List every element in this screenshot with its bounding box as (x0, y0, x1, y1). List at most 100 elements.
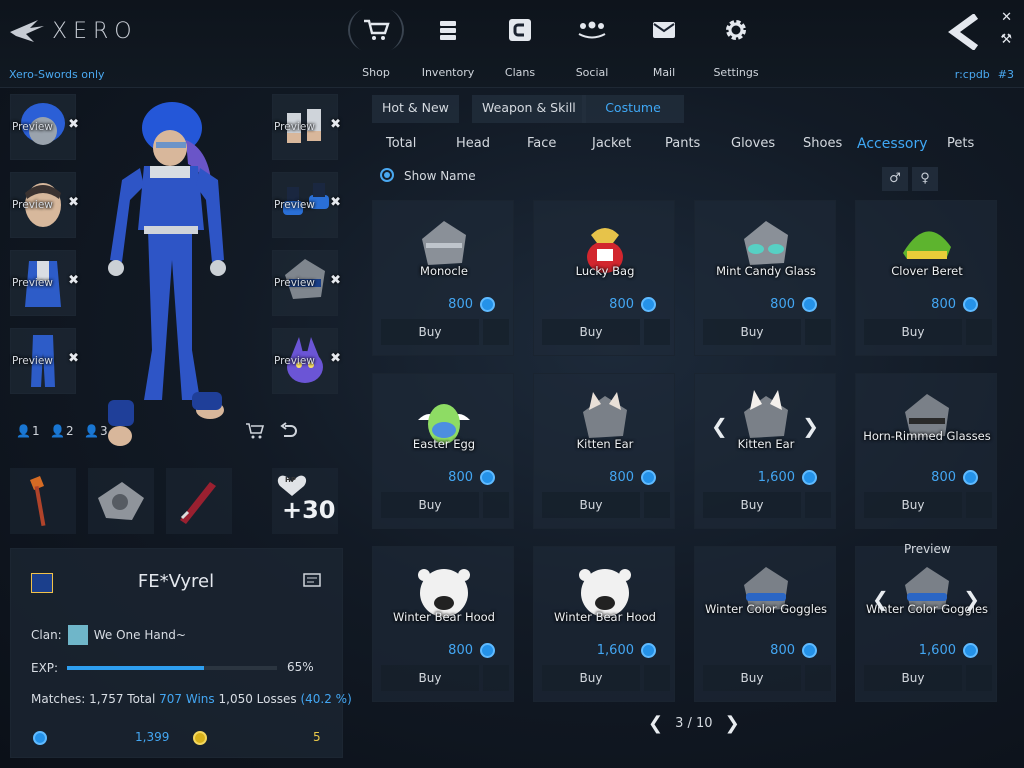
item-card[interactable]: Winter Color Goggles 1,600 Buy ❮ ❯ (855, 546, 997, 702)
category-gloves[interactable]: Gloves (731, 136, 775, 151)
remove-icon[interactable]: ✖ (330, 273, 341, 288)
preview-slot-shoes[interactable]: Preview ✖ (272, 172, 341, 238)
item-card[interactable]: Monocle 800 Buy (372, 200, 514, 356)
remove-icon[interactable]: ✖ (68, 195, 79, 210)
male-filter-button[interactable]: ♂ (882, 167, 908, 191)
category-face[interactable]: Face (527, 136, 556, 151)
buy-button[interactable]: Buy (703, 492, 801, 518)
category-pants[interactable]: Pants (665, 136, 700, 151)
tab-weapon-skill[interactable]: Weapon & Skill (472, 95, 586, 123)
buy-option-button[interactable] (483, 319, 509, 345)
preview-slot-pet[interactable]: Preview ✖ (272, 328, 341, 394)
buy-button[interactable]: Buy (381, 665, 479, 691)
preset-3-button[interactable]: 👤 3 (84, 424, 108, 438)
wrench-icon[interactable]: ⚒ (1000, 32, 1012, 47)
nav-settings[interactable]: Settings (700, 8, 772, 88)
buy-option-button[interactable] (805, 665, 831, 691)
weapon-slot-3[interactable] (166, 468, 232, 534)
profile-card-icon[interactable] (303, 573, 323, 589)
blue-coin-icon (802, 643, 817, 658)
buy-button[interactable]: Buy (864, 319, 962, 345)
prev-page-icon[interactable]: ❮ (648, 713, 663, 734)
clan-row: Clan: We One Hand~ (31, 625, 186, 645)
item-card[interactable]: Clover Beret 800 Buy (855, 200, 997, 356)
category-jacket[interactable]: Jacket (592, 136, 631, 151)
category-pets[interactable]: Pets (947, 136, 974, 151)
back-icon[interactable] (948, 14, 984, 50)
buy-button[interactable]: Buy (381, 492, 479, 518)
buy-option-button[interactable] (966, 665, 992, 691)
nav-clans[interactable]: Clans (484, 8, 556, 88)
nav-label: Social (575, 66, 609, 79)
item-card[interactable]: Lucky Bag 800 Buy (533, 200, 675, 356)
page-indicator: 3 / 10 (675, 716, 713, 731)
item-card[interactable]: Horn-Rimmed Glasses 800 Buy (855, 373, 997, 529)
cart-preview-button[interactable] (242, 418, 268, 444)
hp-bonus-value: +30 (282, 496, 336, 524)
nav-mail[interactable]: Mail (628, 8, 700, 88)
buy-option-button[interactable] (644, 665, 670, 691)
close-icon[interactable]: ✕ (1001, 10, 1012, 25)
remove-icon[interactable]: ✖ (330, 117, 341, 132)
item-card[interactable]: Winter Bear Hood 1,600 Buy (533, 546, 675, 702)
next-variant-icon[interactable]: ❯ (802, 414, 819, 438)
category-accessory[interactable]: Accessory (857, 136, 928, 152)
prev-variant-icon[interactable]: ❮ (872, 587, 889, 611)
item-card[interactable]: Kitten Ear 800 Buy (533, 373, 675, 529)
remove-icon[interactable]: ✖ (68, 117, 79, 132)
blue-coin-icon (802, 297, 817, 312)
remove-icon[interactable]: ✖ (68, 273, 79, 288)
buy-option-button[interactable] (966, 492, 992, 518)
clan-name[interactable]: We One Hand~ (94, 628, 186, 642)
remove-icon[interactable]: ✖ (330, 351, 341, 366)
nav-social[interactable]: Social (556, 8, 628, 88)
tab-hot-new[interactable]: Hot & New (372, 95, 459, 123)
buy-option-button[interactable] (644, 492, 670, 518)
category-head[interactable]: Head (456, 136, 490, 151)
buy-button[interactable]: Buy (703, 665, 801, 691)
buy-button[interactable]: Buy (381, 319, 479, 345)
preset-2-button[interactable]: 👤 2 (50, 424, 74, 438)
item-card[interactable]: Mint Candy Glass 800 Buy (694, 200, 836, 356)
weapon-slot-2[interactable] (88, 468, 154, 534)
item-card[interactable]: Winter Bear Hood 800 Buy (372, 546, 514, 702)
buy-button[interactable]: Buy (542, 665, 640, 691)
buy-button[interactable]: Buy (703, 319, 801, 345)
nav-shop[interactable]: Shop (340, 8, 412, 88)
category-shoes[interactable]: Shoes (803, 136, 842, 151)
next-variant-icon[interactable]: ❯ (963, 587, 980, 611)
item-card[interactable]: Kitten Ear 1,600 Buy ❮ ❯ (694, 373, 836, 529)
preview-slot-jacket[interactable]: Preview ✖ (10, 250, 79, 316)
buy-option-button[interactable] (966, 319, 992, 345)
item-card[interactable]: Winter Color Goggles 800 Buy (694, 546, 836, 702)
buy-option-button[interactable] (644, 319, 670, 345)
preview-slot-gloves[interactable]: Preview ✖ (272, 94, 341, 160)
buy-button[interactable]: Buy (864, 665, 962, 691)
buy-option-button[interactable] (483, 665, 509, 691)
next-page-icon[interactable]: ❯ (725, 713, 740, 734)
remove-icon[interactable]: ✖ (68, 351, 79, 366)
remove-icon[interactable]: ✖ (330, 195, 341, 210)
weapon-slot-1[interactable] (10, 468, 76, 534)
item-card[interactable]: Easter Egg 800 Buy (372, 373, 514, 529)
preview-slot-pants[interactable]: Preview ✖ (10, 328, 79, 394)
prev-variant-icon[interactable]: ❮ (711, 414, 728, 438)
buy-option-button[interactable] (483, 492, 509, 518)
show-name-radio[interactable] (380, 168, 394, 182)
nav-inventory[interactable]: Inventory (412, 8, 484, 88)
preview-label: Preview (274, 199, 315, 211)
preview-slot-hair[interactable]: Preview ✖ (10, 94, 79, 160)
tab-costume[interactable]: Costume (582, 95, 684, 123)
category-total[interactable]: Total (386, 136, 416, 151)
preset-1-button[interactable]: 👤 1 (16, 424, 40, 438)
person-icon: 👤 (16, 424, 31, 438)
buy-option-button[interactable] (805, 319, 831, 345)
female-filter-button[interactable]: ♀ (912, 167, 938, 191)
preview-slot-face[interactable]: Preview ✖ (10, 172, 79, 238)
reset-button[interactable] (275, 418, 301, 444)
buy-button[interactable]: Buy (542, 319, 640, 345)
buy-option-button[interactable] (805, 492, 831, 518)
preview-slot-accessory[interactable]: Preview ✖ (272, 250, 341, 316)
buy-button[interactable]: Buy (864, 492, 962, 518)
buy-button[interactable]: Buy (542, 492, 640, 518)
